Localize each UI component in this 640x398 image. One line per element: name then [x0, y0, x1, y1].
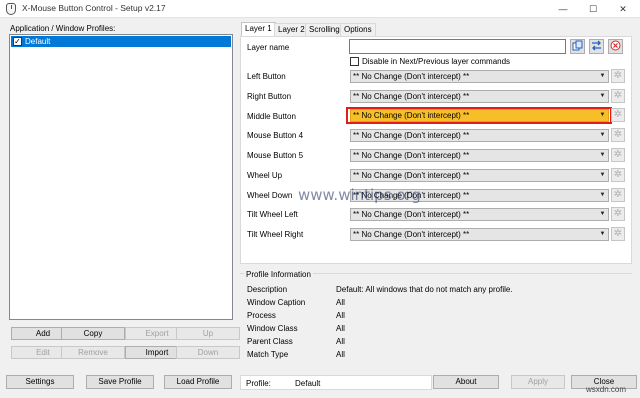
chevron-down-icon: ▼ [599, 132, 606, 138]
gear-icon[interactable]: ✲ [611, 89, 625, 103]
move-down-button[interactable]: Down [176, 346, 240, 359]
apply-button[interactable]: Apply [511, 375, 565, 389]
info-key: Window Caption [247, 298, 306, 307]
info-key: Description [247, 285, 288, 294]
row-label-right-button: Right Button [247, 92, 292, 101]
tab-scrolling[interactable]: Scrolling [305, 23, 344, 37]
row-label-mouse-button-4: Mouse Button 4 [247, 131, 304, 140]
corner-watermark: wsxdn.com [586, 385, 627, 394]
about-button[interactable]: About [433, 375, 499, 389]
tab-options[interactable]: Options [340, 23, 376, 37]
profiles-list[interactable]: ✓ Default [9, 34, 233, 320]
row-label-tilt-wheel-left: Tilt Wheel Left [247, 210, 298, 219]
reset-icon[interactable] [608, 39, 623, 54]
gear-icon[interactable]: ✲ [611, 108, 625, 122]
disable-layer-checkbox[interactable] [350, 57, 359, 66]
maximize-button[interactable]: ☐ [578, 0, 608, 18]
info-value: All [336, 337, 345, 346]
minimize-button[interactable]: — [548, 0, 578, 18]
disable-layer-label: Disable in Next/Previous layer commands [362, 57, 511, 66]
gear-icon[interactable]: ✲ [611, 188, 625, 202]
gear-icon[interactable]: ✲ [611, 128, 625, 142]
tilt-wheel-left-select[interactable]: ** No Change (Don't intercept) ** ▼ [350, 208, 609, 221]
wheel-up-select[interactable]: ** No Change (Don't intercept) ** ▼ [350, 169, 609, 182]
layer-name-input[interactable] [349, 39, 566, 54]
tab-layer-1[interactable]: Layer 1 [241, 22, 276, 37]
profiles-label: Application / Window Profiles: [10, 24, 116, 33]
settings-button[interactable]: Settings [6, 375, 74, 389]
info-value: All [336, 311, 345, 320]
row-label-wheel-down: Wheel Down [247, 191, 293, 200]
info-value: All [336, 350, 345, 359]
copy-icon[interactable] [570, 39, 585, 54]
layer-name-label: Layer name [247, 43, 290, 52]
gear-icon[interactable]: ✲ [611, 69, 625, 83]
close-window-button[interactable]: ✕ [608, 0, 638, 18]
mouse-icon [6, 3, 16, 15]
row-label-left-button: Left Button [247, 72, 286, 81]
tilt-wheel-right-select[interactable]: ** No Change (Don't intercept) ** ▼ [350, 228, 609, 241]
current-profile-value: Default [295, 379, 321, 388]
copy-profile-button[interactable]: Copy [61, 327, 125, 340]
info-value: All [336, 324, 345, 333]
profile-name: Default [25, 37, 51, 46]
tab-layer-2[interactable]: Layer 2 [274, 23, 309, 37]
load-profile-button[interactable]: Load Profile [164, 375, 232, 389]
info-value: All [336, 298, 345, 307]
row-label-mouse-button-5: Mouse Button 5 [247, 151, 304, 160]
current-profile-label: Profile: [246, 379, 271, 388]
info-key: Parent Class [247, 337, 293, 346]
left-button-select[interactable]: ** No Change (Don't intercept) ** ▼ [350, 70, 609, 83]
highlight-box [346, 107, 612, 124]
profile-info-title: Profile Information [244, 270, 313, 279]
profile-item-default[interactable]: ✓ Default [11, 36, 231, 47]
chevron-down-icon: ▼ [599, 211, 606, 217]
row-label-middle-button: Middle Button [247, 112, 296, 121]
info-key: Match Type [247, 350, 289, 359]
right-button-select[interactable]: ** No Change (Don't intercept) ** ▼ [350, 90, 609, 103]
swap-icon[interactable] [589, 39, 604, 54]
chevron-down-icon: ▼ [599, 152, 606, 158]
gear-icon[interactable]: ✲ [611, 168, 625, 182]
watermark: www.wintips.org [298, 186, 421, 204]
chevron-down-icon: ▼ [599, 172, 606, 178]
save-profile-button[interactable]: Save Profile [86, 375, 154, 389]
current-profile-box: Profile: Default [240, 375, 432, 390]
window-title: X-Mouse Button Control - Setup v2.17 [22, 3, 166, 13]
info-key: Process [247, 311, 276, 320]
profile-checkbox[interactable]: ✓ [13, 37, 22, 46]
chevron-down-icon: ▼ [599, 231, 606, 237]
gear-icon[interactable]: ✲ [611, 207, 625, 221]
row-label-tilt-wheel-right: Tilt Wheel Right [247, 230, 304, 239]
chevron-down-icon: ▼ [599, 192, 606, 198]
move-up-button[interactable]: Up [176, 327, 240, 340]
info-value: Default: All windows that do not match a… [336, 285, 513, 294]
mouse-button-5-select[interactable]: ** No Change (Don't intercept) ** ▼ [350, 149, 609, 162]
mouse-button-4-select[interactable]: ** No Change (Don't intercept) ** ▼ [350, 129, 609, 142]
chevron-down-icon: ▼ [599, 73, 606, 79]
gear-icon[interactable]: ✲ [611, 227, 625, 241]
gear-icon[interactable]: ✲ [611, 148, 625, 162]
row-label-wheel-up: Wheel Up [247, 171, 283, 180]
remove-profile-button[interactable]: Remove [61, 346, 125, 359]
info-key: Window Class [247, 324, 298, 333]
title-bar: X-Mouse Button Control - Setup v2.17 — ☐… [0, 0, 640, 18]
chevron-down-icon: ▼ [599, 93, 606, 99]
